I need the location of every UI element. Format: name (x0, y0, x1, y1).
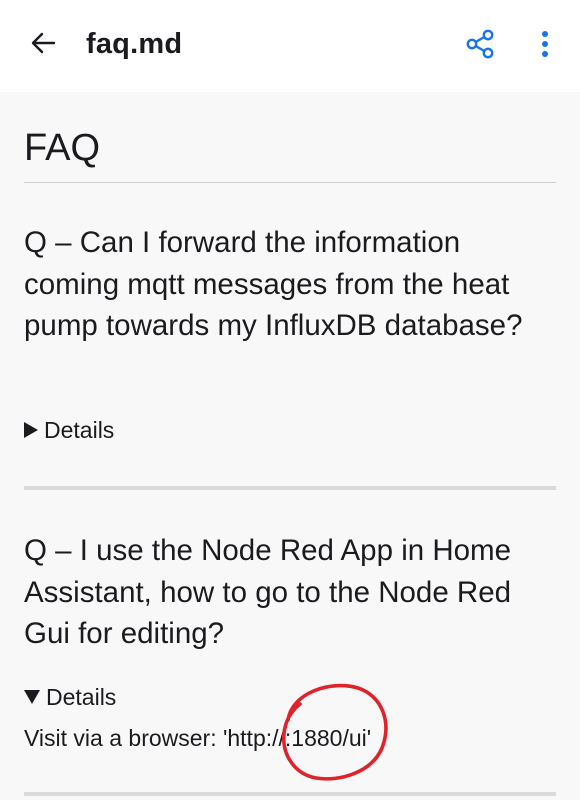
details-toggle-1[interactable]: Details (24, 416, 114, 444)
arrow-left-icon (31, 32, 56, 54)
more-vert-icon (542, 31, 548, 57)
details-toggle-2[interactable]: Details (24, 683, 116, 711)
app-bar: faq.md (0, 0, 580, 92)
back-button[interactable] (26, 26, 60, 60)
details-label-2: Details (46, 684, 117, 710)
heading-divider (24, 182, 556, 183)
file-title: faq.md (86, 28, 183, 60)
details-label-1: Details (44, 417, 115, 443)
share-icon (466, 29, 494, 59)
document-heading: FAQ (24, 127, 101, 169)
section-divider-bottom (24, 792, 556, 796)
faq-question-1: Q – Can I forward the information coming… (24, 226, 523, 342)
expanded-triangle-icon (24, 690, 40, 704)
markdown-content[interactable]: FAQ Q – Can I forward the information co… (0, 92, 580, 800)
section-divider (24, 486, 556, 490)
details-body-2: Visit via a browser: 'http://:1880/ui' (24, 725, 372, 751)
faq-question-2: Q – I use the Node Red App in Home Assis… (24, 534, 512, 650)
more-options-button[interactable] (530, 26, 560, 62)
collapsed-triangle-icon (24, 422, 38, 438)
share-button[interactable] (462, 26, 498, 62)
